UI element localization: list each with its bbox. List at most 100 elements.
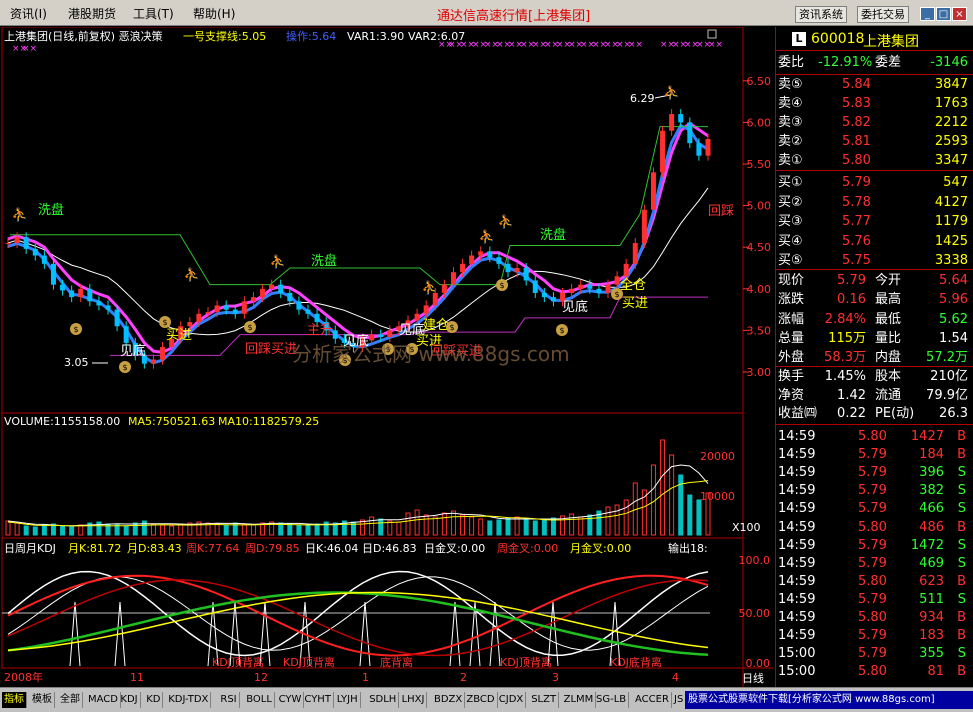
tab-cyw[interactable]: CYW <box>277 692 305 708</box>
moneybag-glyph: $ <box>122 363 127 372</box>
candle-body <box>5 243 11 245</box>
tick-price: 5.79 <box>858 591 887 607</box>
news-system-button[interactable]: 资讯系统 <box>795 6 847 23</box>
volume-bar <box>696 499 702 536</box>
close-icon[interactable]: × <box>952 7 967 21</box>
tab-kdj-tdx[interactable]: KDJ-TDX <box>166 692 212 708</box>
tab-cjdx[interactable]: CJDX <box>497 692 527 708</box>
tab-zbcd[interactable]: ZBCD <box>464 692 498 708</box>
tick-row: 14:59 5.80 1427 B <box>776 428 973 446</box>
menu-hk-futures[interactable]: 港股期货 <box>68 5 116 22</box>
tick-side: S <box>957 501 966 517</box>
tab-cyht[interactable]: CYHT <box>302 692 334 708</box>
tick-volume: 623 <box>919 573 944 589</box>
volume-header: VOLUME:1155158.00 <box>4 415 120 428</box>
pane-toggle-icon[interactable] <box>707 29 717 39</box>
tick-price: 5.79 <box>858 646 887 662</box>
menu-bar: 资讯(I) 港股期货 工具(T) 帮助(H) 通达信高速行情[上港集团] 资讯系… <box>0 0 973 26</box>
buy-row: 买③ 5.77 1179 <box>776 213 973 231</box>
tab-kd[interactable]: KD <box>144 692 164 708</box>
stat-value: 115万 <box>828 330 866 346</box>
tick-time: 14:59 <box>778 555 816 571</box>
kdj-title: 日周月KDJ <box>4 542 56 555</box>
tab-zlmm[interactable]: ZLMM <box>562 692 597 708</box>
annotation-jiancang: 建仓 <box>423 318 449 333</box>
moneybag-glyph: $ <box>614 290 619 299</box>
stock-code: 600018 <box>811 31 865 47</box>
stat-label: 涨跌 <box>778 292 805 308</box>
quote-panel: L 600018 上港集团 委比 -12.91% 委差 -3146 卖⑤ 5.84… <box>775 27 973 687</box>
tab-指标[interactable]: 指标 <box>2 692 27 708</box>
candle-body <box>32 248 38 256</box>
tab-sdlh[interactable]: SDLH <box>367 692 400 708</box>
menu-tools[interactable]: 工具(T) <box>133 5 174 22</box>
buy-price: 5.77 <box>842 214 871 229</box>
chart-area[interactable]: 上港集团(日线,前复权) 恶浪决策 一号支撑线:5.05 操作:5.64 VAR… <box>0 26 773 687</box>
kdj-spike <box>364 601 371 667</box>
kdj-note-2: KDJ顶背离 <box>283 655 335 669</box>
tab-bdzx[interactable]: BDZX <box>432 692 466 708</box>
buy-price: 5.75 <box>842 253 871 268</box>
tab-accer[interactable]: ACCER <box>633 692 672 708</box>
tab-lyjh[interactable]: LYJH <box>335 692 361 708</box>
tick-price: 5.80 <box>858 664 887 680</box>
tick-price: 5.79 <box>858 447 887 463</box>
tick-side: B <box>957 519 966 535</box>
volume-bar <box>305 525 311 536</box>
fund-label: 股本 <box>875 369 902 384</box>
candle-body <box>296 301 302 310</box>
tick-volume: 469 <box>919 555 944 571</box>
candle-body <box>541 292 547 298</box>
tab-macd[interactable]: MACD <box>86 692 121 708</box>
volume-bar <box>78 524 84 536</box>
tab-sg-lb[interactable]: SG-LB <box>594 692 630 708</box>
candle-body <box>696 143 702 156</box>
tick-time: 14:59 <box>778 501 816 517</box>
stock-title-bar: L 600018 上港集团 <box>776 27 973 51</box>
tab-rsi[interactable]: RSI <box>218 692 240 708</box>
kdj-week-k: 周K:77.64 <box>186 542 239 555</box>
weibi-value: -12.91% <box>818 55 873 70</box>
tick-volume: 396 <box>919 465 944 481</box>
menu-info[interactable]: 资讯(I) <box>10 5 47 22</box>
weibi-label: 委比 <box>778 55 805 70</box>
support-line-label: 一号支撑线:5.05 <box>183 29 266 43</box>
volume-bar <box>532 520 538 536</box>
candle-body <box>14 237 20 244</box>
candle-body <box>269 284 275 289</box>
maximize-icon[interactable]: □ <box>936 7 951 21</box>
trade-button[interactable]: 委托交易 <box>857 6 909 23</box>
tab-boll[interactable]: BOLL <box>244 692 275 708</box>
annotation-xipan-2: 洗盘 <box>311 253 337 269</box>
runner-icon: ⛹ <box>498 213 514 230</box>
band-line-blue <box>7 123 709 365</box>
stat-label: 涨幅 <box>778 311 805 327</box>
tick-volume: 466 <box>919 501 944 517</box>
sell-volume: 3347 <box>934 153 968 168</box>
tab-模板[interactable]: 模板 <box>30 692 55 708</box>
candle-body <box>241 301 247 314</box>
candle-body <box>223 305 229 310</box>
volume-bar <box>569 513 575 536</box>
candle-body <box>123 326 129 343</box>
minimize-icon[interactable]: _ <box>920 7 935 21</box>
period-label[interactable]: 日线 <box>742 671 764 685</box>
tab-lhxj[interactable]: LHXJ <box>400 692 428 708</box>
annotation-zhusheng: 主升 <box>307 323 333 338</box>
fund-value: 26.3 <box>939 406 968 421</box>
tick-time: 14:59 <box>778 610 816 625</box>
kdj-output: 输出18: <box>668 541 708 555</box>
candle-body <box>69 290 75 298</box>
runner-icons: ⛹⛹⛹⛹⛹⛹⛹ <box>12 84 680 296</box>
menu-help[interactable]: 帮助(H) <box>193 5 235 22</box>
tick-volume: 382 <box>919 483 944 499</box>
fund-row: 收益㈣ 0.22 PE(动) 26.3 <box>776 405 973 423</box>
tab-kdj[interactable]: KDJ <box>118 692 141 708</box>
volume-bar <box>487 520 493 536</box>
tab-slzt[interactable]: SLZT <box>529 692 560 708</box>
tab-全部[interactable]: 全部 <box>58 692 83 708</box>
candle-body <box>378 334 384 338</box>
tick-volume: 511 <box>919 591 944 607</box>
volume-bar <box>287 523 293 536</box>
volume-bar <box>96 521 102 536</box>
